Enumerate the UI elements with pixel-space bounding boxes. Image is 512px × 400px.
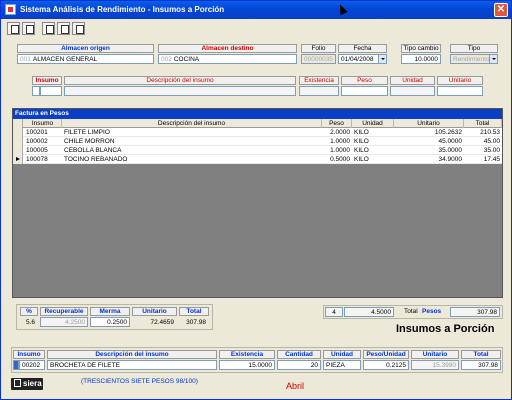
col-peso[interactable]: Peso bbox=[322, 119, 352, 128]
month-label: Abril bbox=[286, 381, 305, 391]
existencia-label: Existencia bbox=[299, 76, 339, 85]
print-icon[interactable] bbox=[72, 22, 85, 35]
chevron-down-icon bbox=[489, 55, 497, 63]
tipo-select: Rendimiento bbox=[450, 54, 498, 64]
tipo-cambio-field[interactable]: 10.0000 bbox=[401, 54, 441, 64]
siera-logo: siera bbox=[11, 378, 43, 390]
col-total[interactable]: Total bbox=[464, 119, 502, 128]
col-unidad[interactable]: Unidad bbox=[352, 119, 394, 128]
existencia-field bbox=[299, 86, 339, 96]
bottom-total-field: 307.98 bbox=[461, 360, 501, 370]
bottom-unitario-field: 15.3990 bbox=[411, 360, 459, 370]
folio-field: 00000035 bbox=[301, 54, 336, 64]
summary-unitario-value: 72.4659 bbox=[132, 317, 177, 327]
insumo-code-field[interactable] bbox=[40, 86, 62, 96]
recuperable-field: 4.2500 bbox=[40, 317, 88, 327]
table-row[interactable]: 100002 CHILE MORRON 1.0000 KILO 45.0000 … bbox=[13, 137, 502, 146]
bottom-descripcion-field: BROCHETA DE FILETE bbox=[47, 360, 217, 370]
bottom-unitario-label: Unitario bbox=[411, 350, 459, 359]
table-row[interactable]: 100005 CEBOLLA BLANCA 1.0000 KILO 35.000… bbox=[13, 146, 502, 155]
almacen-destino-label: Almacen destino bbox=[158, 44, 297, 53]
col-descripcion[interactable]: Descripción del insumo bbox=[62, 119, 322, 128]
bottom-peso-unidad-label: Peso/Unidad bbox=[363, 350, 409, 359]
almacen-origen-label: Almacen origen bbox=[17, 44, 154, 53]
window-title: Sistema Análisis de Rendimiento - Insumo… bbox=[20, 5, 225, 14]
fecha-field[interactable]: 01/04/2008 bbox=[338, 54, 387, 64]
tipo-cambio-label: Tipo cambio bbox=[401, 44, 441, 53]
pct-value: 5.6 bbox=[20, 317, 38, 327]
tipo-label: Tipo bbox=[450, 44, 498, 53]
col-unitario[interactable]: Unitario bbox=[394, 119, 464, 128]
bottom-insumo-field[interactable]: 00202 bbox=[19, 360, 45, 370]
summary-total-value: 307.98 bbox=[179, 317, 209, 327]
merma-field[interactable]: 0.2500 bbox=[90, 317, 130, 327]
pct-label: % bbox=[20, 307, 38, 316]
summary-total-label: Total bbox=[179, 307, 209, 316]
table-row[interactable]: 100201 FILETE LIMPIO 2.0000 KILO 105.263… bbox=[13, 128, 502, 137]
summary-unitario-label: Unitario bbox=[132, 307, 177, 316]
peso-field[interactable] bbox=[341, 86, 388, 96]
app-window: Sistema Análisis de Rendimiento - Insumo… bbox=[0, 0, 512, 400]
bottom-unidad-field: PIEZA bbox=[323, 360, 361, 370]
bottom-existencia-label: Existencia bbox=[219, 350, 275, 359]
bottom-insumo-label: Insumo bbox=[13, 350, 45, 359]
folio-label: Folio bbox=[301, 44, 336, 53]
descripcion-field bbox=[64, 86, 296, 96]
bottom-cantidad-label: Cantidad bbox=[277, 350, 321, 359]
unidad-label: Unidad bbox=[390, 76, 435, 85]
insumo-label: Insumo bbox=[32, 76, 62, 85]
invoice-grid[interactable]: Factura en Pesos Insumo Descripción del … bbox=[12, 108, 503, 298]
chevron-down-icon[interactable] bbox=[378, 55, 386, 63]
close-button[interactable]: ✕ bbox=[494, 3, 508, 17]
row-pointer-icon bbox=[16, 157, 20, 161]
merma-label: Merma bbox=[90, 307, 130, 316]
recuperable-label: Recuperable bbox=[40, 307, 88, 316]
table-row[interactable]: 100078 TOCINO REBANADO 0.5000 KILO 34.90… bbox=[13, 155, 502, 164]
almacen-destino-field[interactable]: 002 COCINA bbox=[158, 54, 297, 64]
open-list-icon[interactable] bbox=[22, 22, 35, 35]
descripcion-label: Descripción del insumo bbox=[64, 76, 296, 85]
title-bar: Sistema Análisis de Rendimiento - Insumo… bbox=[1, 1, 511, 19]
bottom-descripcion-label: Descripción del insumo bbox=[47, 350, 217, 359]
row-selector bbox=[13, 155, 23, 164]
undo-icon[interactable] bbox=[57, 22, 70, 35]
bottom-cantidad-field[interactable]: 20 bbox=[277, 360, 321, 370]
total-amount: 307.98 bbox=[450, 307, 500, 317]
col-insumo[interactable]: Insumo bbox=[24, 119, 62, 128]
bottom-existencia-field: 15.0000 bbox=[219, 360, 275, 370]
unitario-field[interactable] bbox=[437, 86, 483, 96]
almacen-origen-field[interactable]: 001 ALMACEN GENERAL bbox=[17, 54, 154, 64]
rows-count: 4 bbox=[325, 307, 343, 317]
app-icon bbox=[5, 4, 16, 15]
insumo-selector[interactable] bbox=[32, 86, 40, 96]
save-icon[interactable] bbox=[42, 22, 55, 35]
bottom-unidad-label: Unidad bbox=[323, 350, 361, 359]
module-title: Insumos a Porción bbox=[396, 323, 495, 335]
amount-in-words: (TRESCIENTOS SIETE PESOS 98/100) bbox=[81, 378, 198, 385]
currency-label: Pesos bbox=[422, 308, 442, 315]
unitario-label: Unitario bbox=[437, 76, 483, 85]
peso-total: 4.5000 bbox=[344, 307, 394, 317]
new-document-icon[interactable] bbox=[7, 22, 20, 35]
grid-header: Insumo Descripción del insumo Peso Unida… bbox=[13, 119, 502, 128]
bottom-peso-unidad-field: 0.2125 bbox=[363, 360, 409, 370]
bottom-total-label: Total bbox=[461, 350, 501, 359]
grid-title: Factura en Pesos bbox=[13, 109, 502, 119]
unidad-field bbox=[390, 86, 435, 96]
peso-label: Peso bbox=[341, 76, 388, 85]
fecha-label: Fecha bbox=[338, 44, 387, 53]
totals-label: Total bbox=[404, 308, 418, 315]
